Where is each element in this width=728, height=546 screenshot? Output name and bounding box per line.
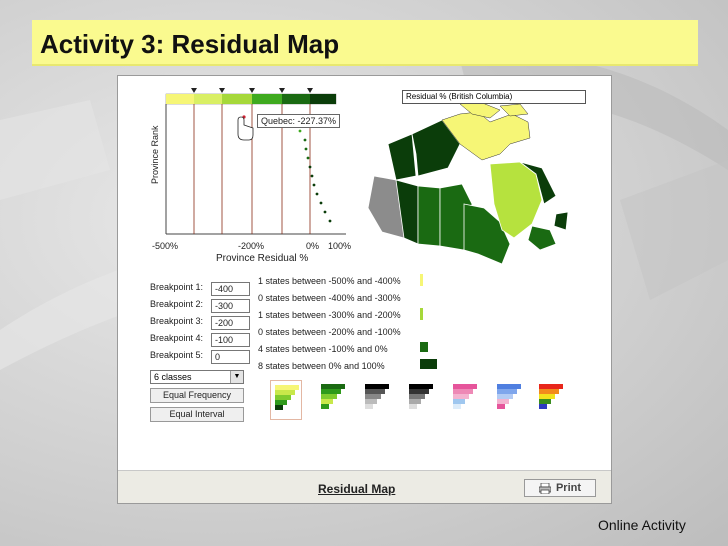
- class-band-6: [310, 94, 336, 104]
- breakpoint-1-label: Breakpoint 1:: [150, 282, 204, 292]
- data-point: [323, 210, 327, 214]
- class-band-2: [194, 94, 222, 104]
- breakpoint-5-input[interactable]: 0: [211, 350, 250, 364]
- classes-select[interactable]: 6 classes ▼: [150, 370, 244, 384]
- breakpoint-3-input[interactable]: -200: [211, 316, 250, 330]
- breakpoint-1-input[interactable]: -400: [211, 282, 250, 296]
- class-band-3: [222, 94, 252, 104]
- chevron-down-icon[interactable]: ▼: [230, 371, 243, 383]
- data-point: [315, 192, 319, 196]
- data-point: [303, 138, 307, 142]
- legend-row-3: 1 states between -300% and -200%: [258, 310, 401, 320]
- legend-row-6: 8 states between 0% and 100%: [258, 361, 385, 371]
- data-point: [312, 183, 316, 187]
- data-point: [319, 201, 323, 205]
- palette-green[interactable]: [317, 380, 349, 420]
- palette-rainbow[interactable]: [535, 380, 567, 420]
- legend-row-4: 0 states between -200% and -100%: [258, 327, 401, 337]
- breakpoint-2-input[interactable]: -300: [211, 299, 250, 313]
- print-button-label: Print: [555, 482, 582, 494]
- province-yukon: [387, 133, 417, 181]
- data-point: [328, 219, 332, 223]
- breakpoint-marker-2: [219, 88, 225, 93]
- breakpoint-marker-3: [249, 88, 255, 93]
- data-point: [304, 147, 308, 151]
- palette-black-gray[interactable]: [405, 380, 437, 420]
- breakpoint-4-label: Breakpoint 4:: [150, 333, 204, 343]
- hand-cursor-icon: [237, 116, 254, 141]
- printer-icon: [538, 482, 551, 494]
- print-button[interactable]: Print: [524, 479, 596, 497]
- province-saskatchewan: [417, 185, 441, 247]
- data-point: [298, 129, 302, 133]
- breakpoint-3-label: Breakpoint 3:: [150, 316, 204, 326]
- equal-interval-button[interactable]: Equal Interval: [150, 407, 244, 422]
- palette-pink[interactable]: [449, 380, 481, 420]
- province-tooltip: Quebec: -227.37%: [257, 114, 341, 128]
- legend-row-2: 0 states between -400% and -300%: [258, 293, 401, 303]
- legend-row-5: 4 states between -100% and 0%: [258, 344, 388, 354]
- slide-title-bar: Activity 3: Residual Map: [32, 20, 698, 66]
- class-band-5: [282, 94, 310, 104]
- breakpoint-4-input[interactable]: -100: [211, 333, 250, 347]
- data-point: [310, 174, 314, 178]
- y-axis-label: Province Rank: [150, 125, 160, 184]
- data-point: [308, 165, 312, 169]
- palette-blue-pink[interactable]: [493, 380, 525, 420]
- province-maritimes: [527, 225, 557, 251]
- breakpoint-marker-5: [307, 88, 313, 93]
- app-footer: Residual Map Print: [118, 470, 611, 503]
- breakpoint-5-label: Breakpoint 5:: [150, 350, 204, 360]
- residual-rank-plot: [165, 88, 346, 235]
- breakpoint-marker-1: [191, 88, 197, 93]
- class-band-4: [252, 94, 282, 104]
- online-activity-label: Online Activity: [598, 517, 686, 533]
- map-title-field[interactable]: Residual % (British Columbia): [402, 90, 586, 104]
- palette-yellow-green[interactable]: [270, 380, 302, 420]
- legend-row-1: 1 states between -500% and -400%: [258, 276, 401, 286]
- palette-gray[interactable]: [361, 380, 393, 420]
- tick-label-neg500: -500%: [152, 241, 179, 251]
- tick-label-0: 0%: [306, 241, 320, 251]
- legend-swatch-6: [420, 359, 437, 369]
- equal-frequency-button[interactable]: Equal Frequency: [150, 388, 244, 403]
- breakpoint-2-label: Breakpoint 2:: [150, 299, 204, 309]
- legend-swatch-3: [420, 308, 423, 320]
- breakpoint-marker-4: [279, 88, 285, 93]
- class-band-1: [166, 94, 194, 104]
- canada-map: [367, 104, 569, 265]
- classes-select-value: 6 classes: [154, 372, 192, 382]
- legend-swatch-1: [420, 274, 423, 286]
- slide-title: Activity 3: Residual Map: [40, 29, 340, 59]
- app-footer-title: Residual Map: [318, 482, 396, 496]
- tick-label-neg200: -200%: [238, 241, 265, 251]
- data-point: [306, 156, 310, 160]
- x-axis-label: Province Residual %: [216, 253, 309, 264]
- legend-swatch-5: [420, 342, 428, 352]
- tick-label-100: 100%: [328, 241, 352, 251]
